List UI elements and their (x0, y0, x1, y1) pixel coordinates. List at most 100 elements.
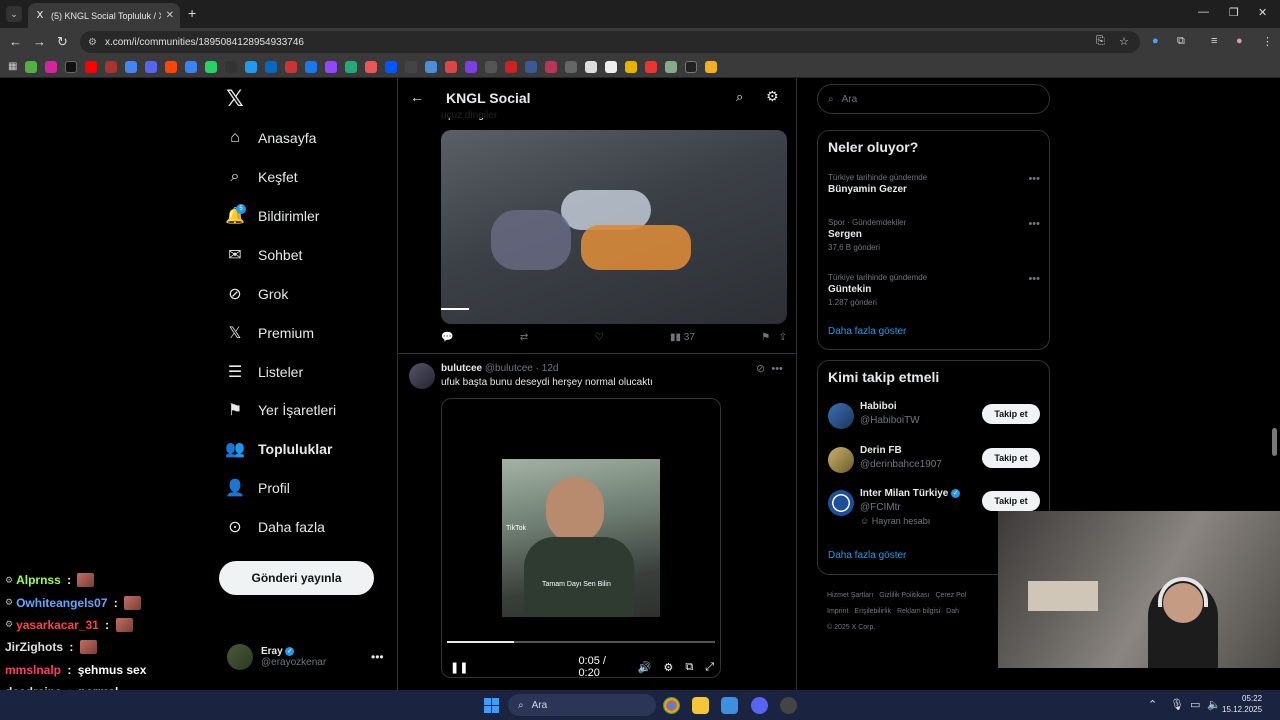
nav-item[interactable]: 𝕏 Premium (226, 321, 314, 345)
account-more-icon[interactable]: ••• (371, 650, 384, 664)
more-icon[interactable]: ••• (1028, 273, 1040, 285)
avatar[interactable] (409, 363, 435, 389)
search-input[interactable]: ⌕ Ara (817, 84, 1050, 114)
bookmark-icon[interactable] (385, 60, 398, 73)
bookmark-icon[interactable] (525, 60, 538, 73)
nav-item[interactable]: ⊘ Grok (226, 282, 288, 306)
footer-link[interactable]: Imprint (827, 608, 848, 615)
bookmark-icon[interactable] (285, 60, 298, 73)
extensions-puzzle-icon[interactable]: ⧉ (1177, 35, 1185, 48)
video-player[interactable]: TikTok Tamam Dayı Sen Bilin ❚❚ 0:05 / 0:… (441, 398, 721, 678)
photos-app-icon[interactable] (721, 697, 738, 714)
fullscreen-icon[interactable]: ⤢ (705, 661, 714, 674)
x-logo-icon[interactable]: 𝕏 (226, 88, 246, 110)
nav-item[interactable]: ✉ Sohbet (226, 243, 302, 267)
bookmark-icon[interactable] (585, 60, 598, 73)
nav-item[interactable]: ⊙ Daha fazla (226, 515, 325, 539)
follow-button[interactable]: Takip et (982, 448, 1040, 468)
footer-link[interactable]: Hizmet Şartları (827, 592, 873, 599)
show-more-link[interactable]: Daha fazla göster (828, 550, 906, 561)
settings-icon[interactable]: ⚙ (663, 661, 673, 674)
folder-icon[interactable] (705, 60, 718, 73)
bookmark-icon[interactable] (45, 60, 58, 73)
post-author[interactable]: bulutcee (441, 363, 482, 374)
post-video[interactable] (441, 130, 787, 324)
footer-link[interactable]: Dah (946, 608, 959, 615)
network-icon[interactable]: ▭ (1190, 698, 1200, 711)
extension-icon[interactable]: ● (1152, 35, 1159, 47)
avatar[interactable] (828, 490, 854, 516)
video-progress[interactable] (447, 641, 715, 643)
minimize-button[interactable]: — (1198, 6, 1209, 18)
gear-icon[interactable]: ⚙ (766, 88, 779, 105)
footer-link[interactable]: Reklam bilgisi (897, 608, 940, 615)
volume-icon[interactable]: 🔊 (638, 661, 652, 674)
bookmark-icon[interactable] (505, 60, 518, 73)
views-icon[interactable]: ▮▮ (670, 332, 681, 343)
nav-item[interactable]: 👤 Profil (225, 476, 290, 500)
back-arrow-icon[interactable]: ← (410, 89, 424, 105)
repost-icon[interactable]: ⇄ (520, 332, 528, 343)
grok-icon[interactable]: ⊘ (756, 363, 765, 375)
bookmark-icon[interactable] (625, 60, 638, 73)
tab-search-button[interactable]: ⌄ (6, 6, 22, 22)
bookmark-icon[interactable] (345, 60, 358, 73)
bookmark-icon[interactable] (185, 60, 198, 73)
trend-item[interactable]: Spor · Gündemdekiler Sergen 37,6 B gönderi… (828, 218, 1040, 252)
more-icon[interactable]: ••• (1028, 173, 1040, 185)
trend-item[interactable]: Türkiye tarihinde gündemde Bünyamin Gezer… (828, 173, 1040, 195)
trend-item[interactable]: Türkiye tarihinde gündemde Güntekin 1.287 … (828, 273, 1040, 307)
bookmark-icon[interactable] (605, 60, 618, 73)
bookmark-icon[interactable] (145, 60, 158, 73)
bookmark-icon[interactable] (425, 60, 438, 73)
bookmark-icon[interactable] (645, 60, 658, 73)
reading-list-icon[interactable]: ≡ (1211, 35, 1217, 47)
avatar[interactable] (828, 403, 854, 429)
bookmark-icon[interactable] (165, 60, 178, 73)
bookmark-icon[interactable] (465, 60, 478, 73)
bookmark-star-icon[interactable]: ☆ (1119, 35, 1129, 48)
forward-button[interactable]: → (33, 34, 46, 49)
bookmark-icon[interactable] (485, 60, 498, 73)
bookmark-icon[interactable] (685, 60, 698, 73)
bookmark-icon[interactable] (265, 60, 278, 73)
nav-item[interactable]: ⚑ Yer İşaretleri (226, 398, 336, 422)
browser-menu-icon[interactable]: ⋮ (1262, 35, 1273, 48)
app-icon[interactable] (780, 697, 797, 714)
bookmark-icon[interactable] (105, 60, 118, 73)
avatar[interactable] (828, 447, 854, 473)
follow-button[interactable]: Takip et (982, 404, 1040, 424)
back-button[interactable]: ← (9, 34, 22, 49)
post-handle[interactable]: @bulutcee (485, 363, 533, 374)
volume-icon[interactable]: 🔈 (1207, 698, 1221, 711)
post-age[interactable]: · 12d (536, 363, 559, 374)
site-info-icon[interactable]: ⚙ (88, 37, 97, 48)
pip-icon[interactable]: ⧉ (685, 661, 693, 674)
profile-avatar-icon[interactable]: ● (1236, 35, 1243, 47)
nav-item[interactable]: ☰ Listeler (226, 360, 303, 384)
bookmark-icon[interactable] (545, 60, 558, 73)
follow-suggestion[interactable]: Habiboi @HabiboiTW Takip et (828, 401, 1040, 437)
nav-item[interactable]: ⌕ Keşfet (226, 165, 298, 189)
discord-app-icon[interactable] (751, 697, 768, 714)
post-button[interactable]: Gönderi yayınla (219, 561, 374, 595)
file-explorer-icon[interactable] (692, 697, 709, 714)
reload-button[interactable]: ↻ (57, 34, 68, 50)
share-icon[interactable]: ⇪ (779, 332, 787, 343)
bookmark-icon[interactable] (365, 60, 378, 73)
footer-link[interactable]: Çerez Pol (935, 592, 966, 599)
bookmark-icon[interactable] (665, 60, 678, 73)
bookmark-icon[interactable] (25, 60, 38, 73)
footer-link[interactable]: Erişilebilirlik (854, 608, 891, 615)
search-icon[interactable]: ⌕ (736, 89, 743, 105)
more-icon[interactable]: ••• (1028, 218, 1040, 230)
start-button[interactable] (484, 698, 499, 713)
bookmark-icon[interactable] (405, 60, 418, 73)
nav-item[interactable]: 🔔 5 Bildirimler (225, 204, 319, 228)
chrome-app-icon[interactable] (663, 697, 680, 714)
tab-close-icon[interactable]: ✕ (166, 10, 174, 21)
follow-button[interactable]: Takip et (982, 491, 1040, 511)
follow-suggestion[interactable]: Derin FB @derinbahce1907 Takip et (828, 445, 1040, 481)
footer-link[interactable]: Gizlilik Politikası (879, 592, 929, 599)
clock[interactable]: 05:22 15.12.2025 (1222, 693, 1262, 715)
